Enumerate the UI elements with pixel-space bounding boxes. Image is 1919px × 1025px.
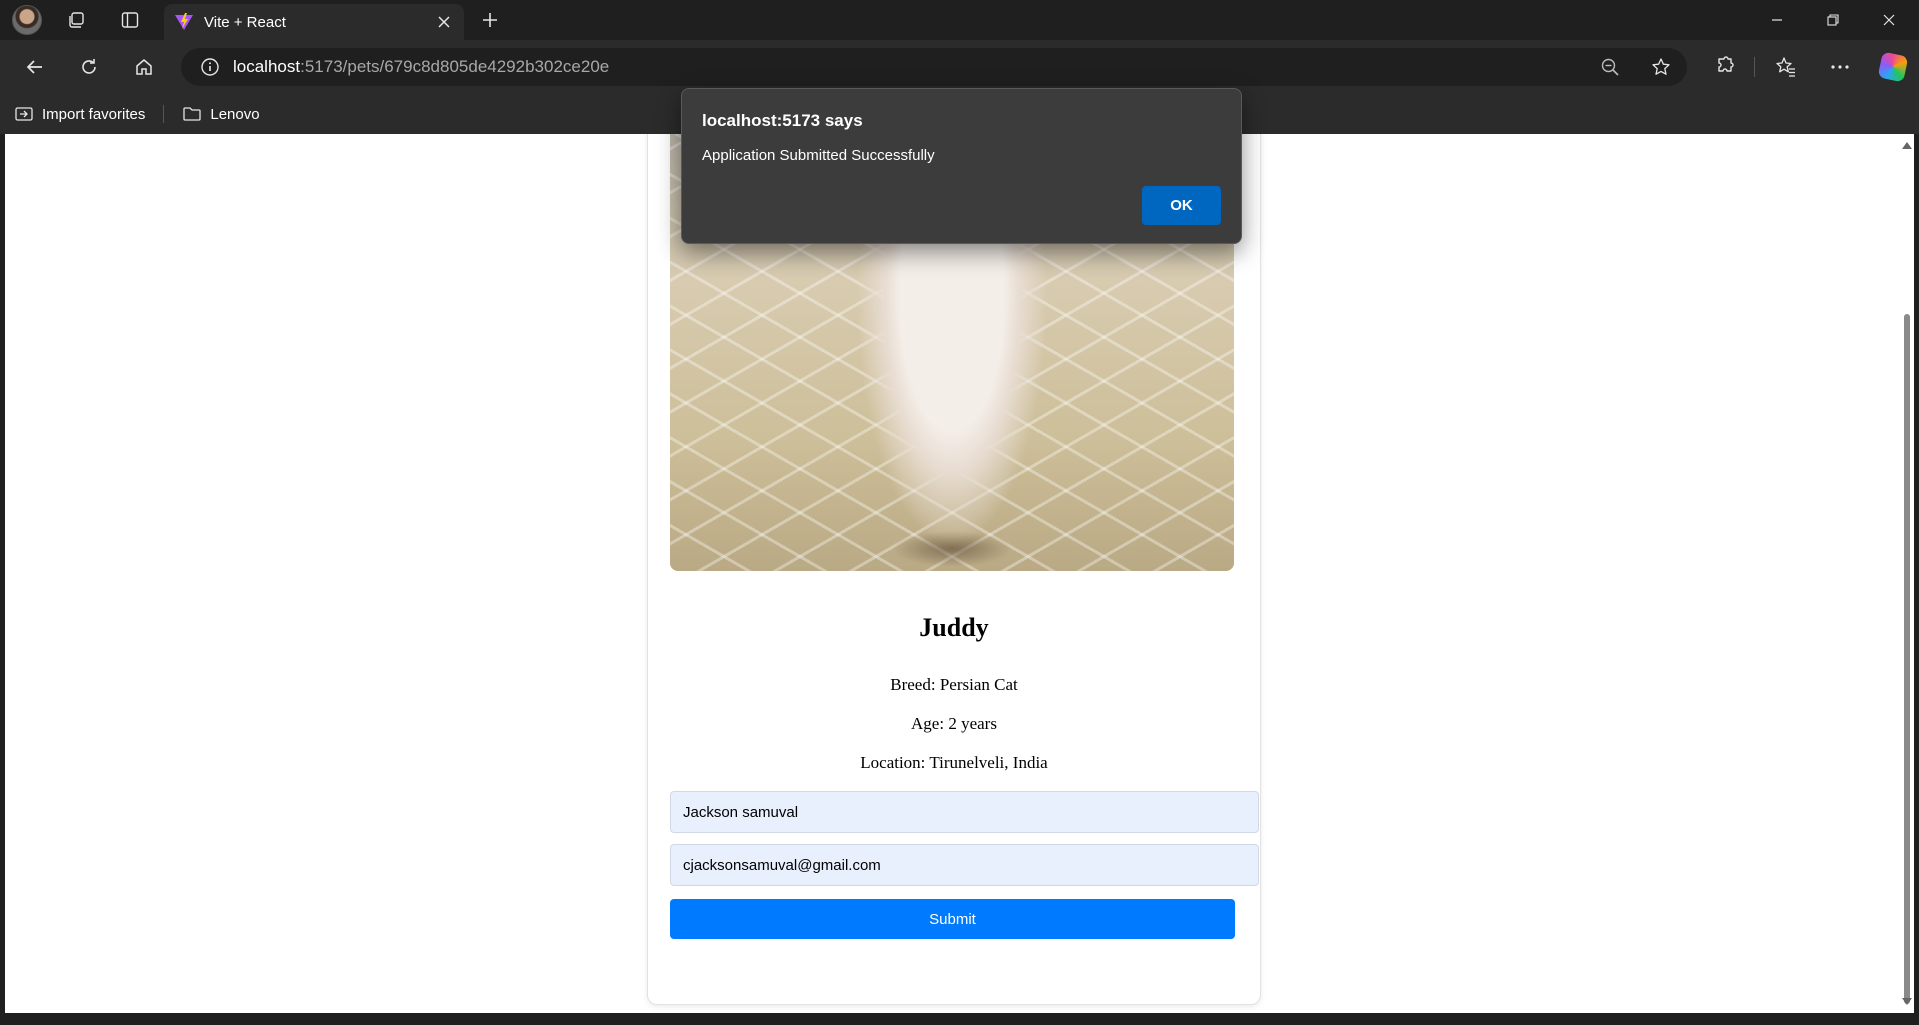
- url-host: localhost: [233, 57, 301, 76]
- more-options-icon[interactable]: [1826, 53, 1854, 81]
- restore-icon[interactable]: [1810, 0, 1856, 40]
- name-field[interactable]: Jackson samuval: [670, 791, 1259, 833]
- email-field[interactable]: cjacksonsamuval@gmail.com: [670, 844, 1259, 886]
- workspaces-icon[interactable]: [62, 6, 90, 34]
- pet-card: Juddy Breed: Persian Cat Age: 2 years Lo…: [647, 134, 1261, 1005]
- url-text: localhost:5173/pets/679c8d805de4292b302c…: [233, 57, 609, 77]
- site-info-icon[interactable]: [199, 56, 221, 78]
- dialog-message: Application Submitted Successfully: [702, 147, 935, 164]
- scroll-down-arrow-icon[interactable]: [1902, 998, 1912, 1005]
- active-tab[interactable]: Vite + React: [164, 4, 464, 40]
- scroll-up-arrow-icon[interactable]: [1902, 142, 1912, 149]
- import-favorites-link[interactable]: Import favorites: [14, 99, 145, 129]
- zoom-out-icon[interactable]: [1598, 55, 1622, 79]
- page-scrollbar[interactable]: [1899, 134, 1914, 1013]
- favorites-icon[interactable]: [1772, 53, 1800, 81]
- window-bottom-edge: [0, 1013, 1919, 1025]
- close-window-icon[interactable]: [1866, 0, 1912, 40]
- pet-breed: Breed: Persian Cat: [890, 675, 1018, 694]
- navigation-toolbar: localhost:5173/pets/679c8d805de4292b302c…: [0, 40, 1919, 94]
- lenovo-folder[interactable]: Lenovo: [182, 99, 260, 129]
- import-icon: [15, 107, 33, 121]
- copilot-icon[interactable]: [1877, 51, 1909, 83]
- refresh-icon[interactable]: [73, 51, 105, 83]
- import-favorites-label: Import favorites: [42, 105, 146, 123]
- profile-avatar[interactable]: [12, 5, 42, 35]
- pet-location: Location: Tirunelveli, India: [860, 753, 1048, 772]
- ok-button[interactable]: OK: [1142, 186, 1221, 225]
- lenovo-folder-label: Lenovo: [210, 105, 260, 123]
- url-path: :5173/pets/679c8d805de4292b302ce20e: [300, 57, 610, 76]
- new-tab-icon[interactable]: [476, 6, 504, 34]
- dialog-title: localhost:5173 says: [702, 111, 863, 130]
- toolbar-divider: [1754, 57, 1755, 77]
- pet-name: Juddy: [919, 613, 989, 642]
- back-icon[interactable]: [19, 51, 51, 83]
- home-icon[interactable]: [128, 51, 160, 83]
- scroll-thumb[interactable]: [1904, 314, 1910, 1004]
- pet-age: Age: 2 years: [911, 714, 997, 733]
- minimize-icon[interactable]: [1754, 0, 1800, 40]
- close-tab-icon[interactable]: [430, 8, 458, 36]
- page-viewport: Juddy Breed: Persian Cat Age: 2 years Lo…: [5, 134, 1899, 1013]
- address-bar[interactable]: localhost:5173/pets/679c8d805de4292b302c…: [181, 48, 1687, 86]
- folder-icon: [183, 107, 202, 121]
- alert-dialog: localhost:5173 says Application Submitte…: [681, 88, 1242, 244]
- favorites-divider: [163, 105, 165, 123]
- extensions-icon[interactable]: [1710, 53, 1738, 81]
- tab-title: Vite + React: [204, 13, 286, 31]
- favorite-star-icon[interactable]: [1649, 55, 1673, 79]
- vertical-tabs-icon[interactable]: [116, 6, 144, 34]
- title-bar: Vite + React: [0, 0, 1919, 40]
- submit-button[interactable]: Submit: [670, 899, 1235, 939]
- vite-favicon-icon: [175, 13, 193, 30]
